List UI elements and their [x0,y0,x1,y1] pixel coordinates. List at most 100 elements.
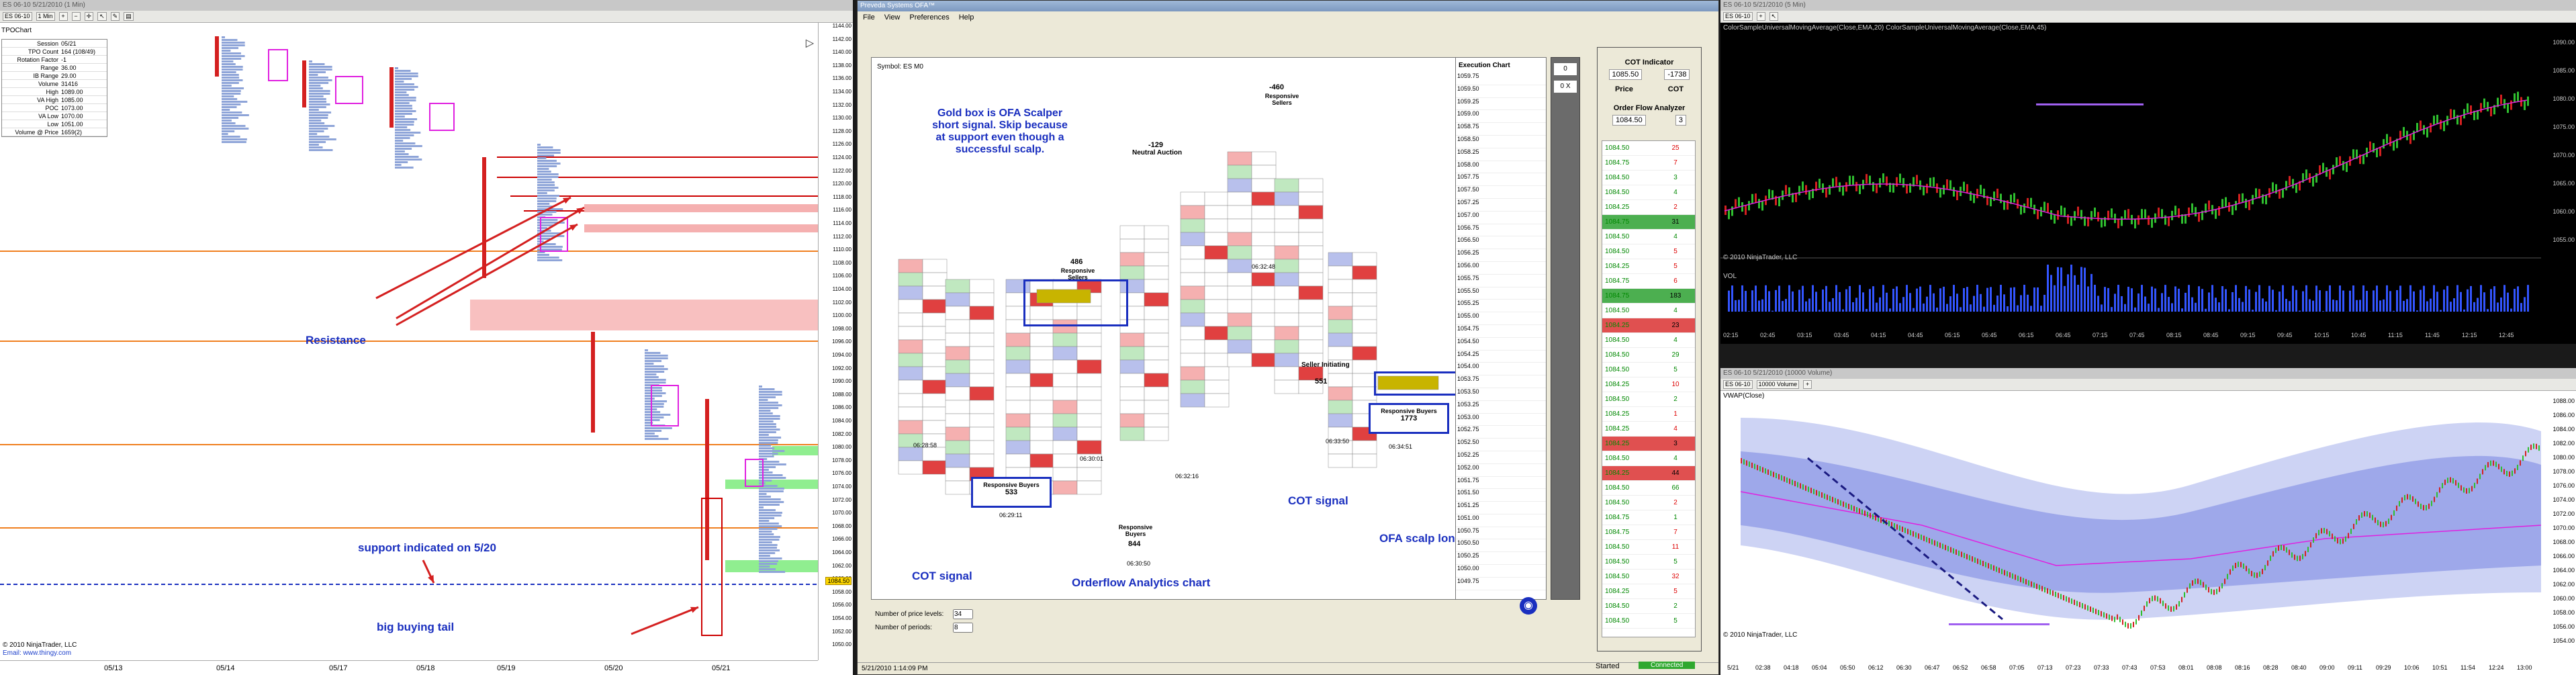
volume-zoom-icon[interactable]: + [1803,380,1812,389]
chart-mark [1298,178,1324,193]
menu-help[interactable]: Help [959,11,974,24]
chart-mark [922,312,948,327]
five-min-toolbar: ES 06-10 + ↖ [1720,11,2576,23]
zoom-out-icon[interactable]: − [71,12,81,21]
chart-mark [2409,134,2411,144]
chart-mark [1825,285,1827,312]
volume-price-tick: 1076.00 [2552,482,2575,489]
volume-time-tick: 07:23 [2066,664,2081,671]
chart-mark [1119,346,1145,361]
volume-instrument[interactable]: ES 06-10 [1723,380,1753,389]
five-min-pointer-icon[interactable]: ↖ [1769,12,1779,21]
chart-mark [2329,170,2331,180]
trade-qty: 3 [1673,174,1677,181]
chart-mark [1947,545,1949,551]
settings-icon[interactable]: ◉ [1520,597,1537,615]
data-box-icon[interactable]: ▤ [124,12,134,21]
chart-mark [2389,136,2391,146]
zoom-in-icon[interactable]: + [58,12,68,21]
close-chart-icon[interactable]: ▷ [806,36,814,50]
chart-mark [759,488,784,490]
chart-mark [2282,188,2284,198]
chart-mark [395,86,418,88]
side-field-1[interactable]: 0 [1554,63,1577,75]
chart-mark [1904,527,1906,533]
chart-mark [2218,206,2220,216]
chart-mark [2162,600,2164,606]
chart-mark [1879,178,1881,188]
trade-price: 1084.25 [1605,469,1630,477]
chart-mark [2161,293,2163,312]
cot-signal-box-right: Responsive Buyers 1773 [1369,403,1449,434]
five-min-price-tick: 1070.00 [2552,152,2575,159]
chart-mark [2477,478,2478,484]
five-min-zoom-icon[interactable]: + [1756,12,1765,21]
chart-mark [898,285,923,300]
ofa-qty-value: 3 [1675,115,1686,126]
menu-file[interactable]: File [863,11,875,24]
chart-mark [1352,319,1377,334]
chart-mark [2135,619,2137,625]
periods-input[interactable] [953,623,973,633]
menu-view[interactable]: View [884,11,901,24]
chart-mark [1352,252,1377,267]
exec-price-row: 1052.75 [1456,426,1546,439]
chart-mark [2366,290,2368,312]
chart-mark [1936,307,1938,312]
chart-mark [1352,292,1377,307]
five-min-instrument[interactable]: ES 06-10 [1723,12,1753,21]
chart-mark [2184,592,2185,598]
crosshair-icon[interactable]: ✛ [84,12,94,21]
chart-mark [1953,285,1955,312]
ofa-price-value: 1084.50 [1612,115,1646,126]
chart-mark [1973,193,1975,204]
instrument-selector[interactable]: ES 06-10 [3,12,32,21]
chart-mark [1227,272,1252,287]
chart-mark [2215,209,2217,219]
volume-time-tick: 09:00 [2319,664,2335,671]
interval-selector[interactable]: 1 Min [36,12,55,21]
chart-mark [1005,440,1031,455]
chart-mark [759,557,782,559]
volume-interval[interactable]: 10000 Volume [1756,380,1800,389]
volume-price-tick: 1062.00 [2552,581,2575,588]
chart-mark [2423,504,2424,510]
ofa-trade-list[interactable]: 1084.50 25 1084.75 7 1084.50 3 1084.50 4 1084.25… [1602,140,1696,637]
chart-mark [759,423,776,425]
ofa-trade-row: 1084.75 7 [1602,156,1695,171]
chart-mark [2264,565,2266,571]
chart-mark [1916,175,1918,185]
chart-mark [2527,285,2529,312]
chart-mark [1998,568,2000,574]
chart-mark [759,549,780,551]
chart-mark [945,306,970,320]
volume-price-tick: 1086.00 [2552,412,2575,418]
chart-mark [1052,332,1078,347]
chart-mark [1352,265,1377,280]
volume-time-tick: 06:47 [1925,664,1940,671]
chart-mark [969,359,995,374]
trade-price: 1084.50 [1605,396,1630,403]
link-left[interactable]: Email: www.thingy.com [3,649,71,657]
pointer-icon[interactable]: ↖ [97,12,107,21]
chart-mark [2292,285,2294,312]
five-min-price-tick: 1085.00 [2552,67,2575,74]
chart-mark [759,437,782,439]
chart-mark [2336,157,2338,167]
chart-mark [2291,552,2293,558]
chart-mark [2259,571,2260,577]
chart-mark [309,111,332,114]
chart-mark [2033,582,2035,588]
menu-preferences[interactable]: Preferences [909,11,949,24]
volume-price-tick: 1060.00 [2552,595,2575,602]
chart-mark [1879,297,1881,312]
side-field-2[interactable]: 0 X [1554,81,1577,93]
ofa-title: Order Flow Analyzer [1613,104,1686,112]
exec-price-row: 1058.00 [1456,161,1546,174]
chart-mark [2340,539,2341,545]
draw-icon[interactable]: ✎ [110,12,120,21]
chart-mark [645,438,669,440]
chart-mark [2507,292,2509,312]
chart-mark [969,373,995,388]
price-levels-input[interactable] [953,609,973,619]
